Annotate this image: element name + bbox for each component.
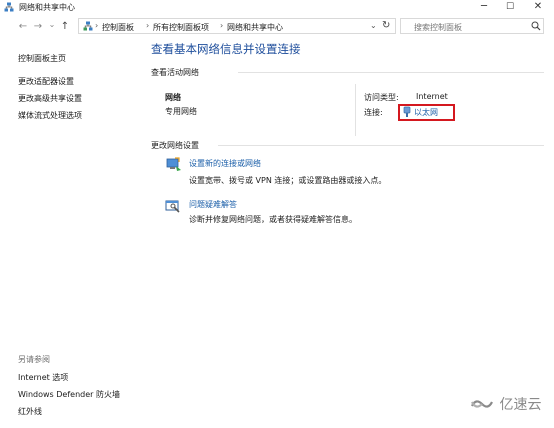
search-input[interactable]: 搜索控制面板 [414,22,462,33]
access-type-label: 访问类型: [364,93,399,102]
sidebar-control-panel-home[interactable]: 控制面板主页 [18,53,66,64]
active-networks-label: 查看活动网络 [151,68,199,77]
breadcrumb-separator: › [220,21,224,30]
new-connection-description: 设置宽带、拨号或 VPN 连接；或设置路由器或接入点。 [189,176,387,185]
new-connection-link[interactable]: 设置新的连接或网络 [189,158,261,169]
section-divider [238,72,544,73]
see-also-firewall[interactable]: Windows Defender 防火墙 [18,389,120,400]
see-also-infrared[interactable]: 红外线 [18,406,42,417]
breadcrumb-network-center[interactable]: 网络和共享中心 [227,22,283,33]
watermark-logo-icon [471,400,493,408]
change-settings-label: 更改网络设置 [151,141,199,150]
up-arrow-icon[interactable]: ↑ [58,20,72,34]
watermark: 亿速云 [469,394,541,414]
breadcrumb-control-panel[interactable]: 控制面板 [102,22,134,33]
search-box[interactable]: 搜索控制面板 [400,18,544,34]
troubleshoot-icon[interactable] [165,199,181,215]
sidebar-item-adapter-settings[interactable]: 更改适配器设置 [18,76,74,87]
network-divider [355,84,356,136]
forward-arrow-icon[interactable]: → [31,20,45,34]
control-panel-icon [83,21,93,31]
title-bar: 网络和共享中心 ─ ☐ ✕ [0,0,554,14]
maximize-button[interactable]: ☐ [496,0,524,14]
access-type-value: Internet [416,92,448,101]
address-dropdown-icon[interactable]: ⌄ [370,21,377,30]
troubleshoot-link[interactable]: 问题疑难解答 [189,199,237,210]
troubleshoot-description: 诊断并修复网络问题，或者获得疑难解答信息。 [189,215,357,224]
back-arrow-icon[interactable]: ← [16,20,30,34]
network-type: 专用网络 [165,107,197,116]
see-also-internet-options[interactable]: Internet 选项 [18,372,68,383]
close-button[interactable]: ✕ [524,0,552,14]
watermark-text: 亿速云 [499,397,542,413]
network-center-icon [4,2,14,12]
new-connection-icon[interactable] [165,157,183,173]
address-bar[interactable]: › 控制面板 › 所有控制面板项 › 网络和共享中心 ⌄ ↻ [78,18,396,34]
breadcrumb-separator: › [146,21,150,30]
connections-label: 连接: [364,108,383,117]
refresh-icon[interactable]: ↻ [382,20,394,31]
highlight-box [398,104,455,121]
window-title: 网络和共享中心 [19,3,75,12]
minimize-button[interactable]: ─ [470,0,498,14]
breadcrumb-separator: › [95,21,99,30]
section-divider [218,145,544,146]
breadcrumb-all-items[interactable]: 所有控制面板项 [153,22,209,33]
sidebar-item-media-streaming[interactable]: 媒体流式处理选项 [18,110,82,121]
search-icon[interactable] [531,20,541,32]
page-title: 查看基本网络信息并设置连接 [151,42,301,56]
see-also-heading: 另请参阅 [18,355,50,364]
sidebar-item-advanced-sharing[interactable]: 更改高级共享设置 [18,93,82,104]
network-name: 网络 [165,93,181,102]
recent-locations-chevron-icon[interactable]: ⌄ [45,18,59,32]
